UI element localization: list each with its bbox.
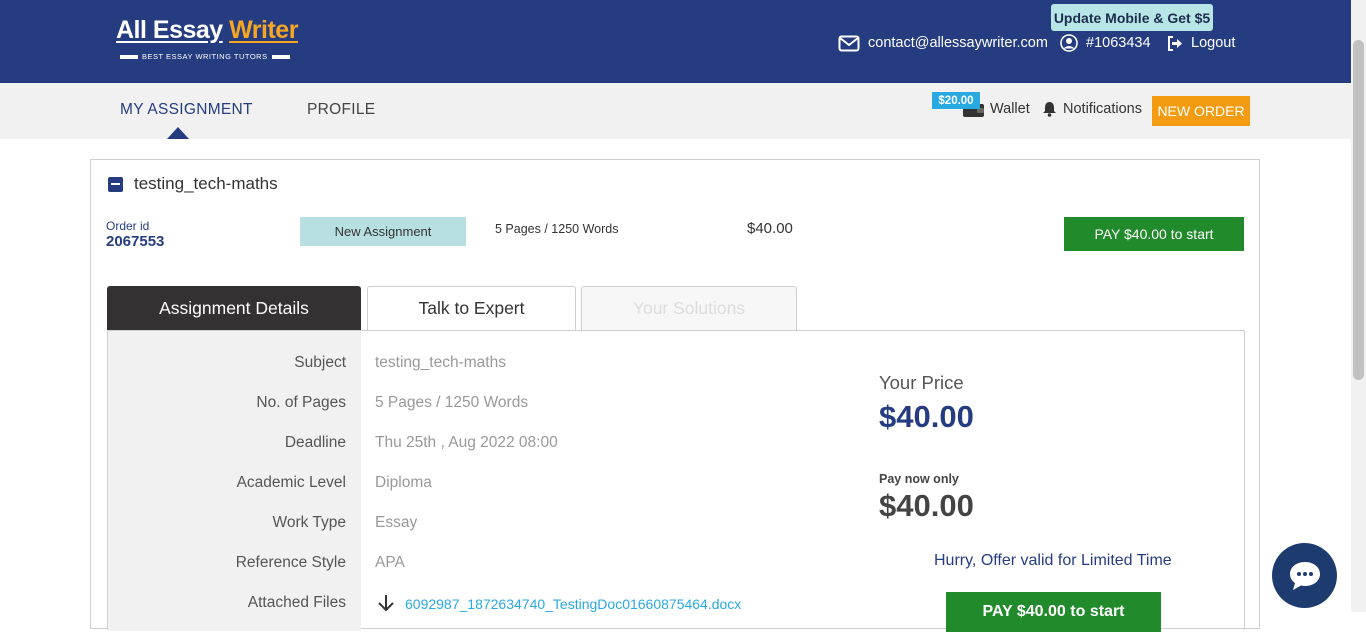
details-label-column: Subject No. of Pages Deadline Academic L…: [108, 331, 361, 631]
scrollbar-thumb[interactable]: [1353, 40, 1364, 380]
order-price: $40.00: [747, 220, 793, 237]
active-tab-indicator: [167, 127, 189, 139]
order-id-value: 2067553: [106, 233, 165, 250]
detail-label-work-type: Work Type: [272, 514, 346, 531]
detail-value-subject: testing_tech-maths: [375, 354, 506, 371]
wallet-label: Wallet: [990, 101, 1030, 117]
notifications-link[interactable]: Notifications: [1042, 101, 1142, 117]
wallet-balance-badge: $20.00: [932, 92, 980, 109]
detail-label-attached-files: Attached Files: [247, 594, 346, 611]
page-scrollbar[interactable]: [1351, 0, 1366, 612]
detail-value-academic-level: Diploma: [375, 474, 432, 491]
assignment-details-panel: Subject No. of Pages Deadline Academic L…: [107, 330, 1245, 632]
your-price-label: Your Price: [879, 372, 964, 393]
assignment-header[interactable]: testing_tech-maths: [108, 174, 278, 194]
user-id-display[interactable]: #1063434: [1060, 33, 1151, 53]
logo-wordmark: All Essay Writer: [116, 16, 298, 44]
chat-widget-button[interactable]: [1272, 543, 1337, 608]
contact-email-link[interactable]: contact@allessaywriter.com: [838, 33, 1048, 53]
update-mobile-badge[interactable]: Update Mobile & Get $5: [1051, 4, 1213, 31]
detail-label-subject: Subject: [294, 354, 346, 371]
detail-value-work-type: Essay: [375, 514, 418, 531]
assignment-card: testing_tech-maths Order id 2067553 New …: [90, 159, 1260, 632]
chat-bubble-icon: [1289, 561, 1320, 590]
detail-label-reference-style: Reference Style: [235, 554, 346, 571]
notifications-label: Notifications: [1063, 101, 1142, 117]
logout-label: Logout: [1191, 35, 1236, 51]
detail-value-pages: 5 Pages / 1250 Words: [375, 394, 529, 411]
tab-assignment-details[interactable]: Assignment Details: [107, 286, 361, 330]
envelope-icon: [838, 35, 860, 51]
contact-email-text: contact@allessaywriter.com: [868, 35, 1048, 51]
pages-summary: 5 Pages / 1250 Words: [495, 222, 619, 236]
your-price-value: $40.00: [879, 399, 974, 434]
attached-file-link[interactable]: 6092987_1872634740_TestingDoc01660875464…: [375, 594, 741, 614]
assignment-title: testing_tech-maths: [134, 174, 278, 193]
pay-to-start-button[interactable]: PAY $40.00 to start: [1064, 217, 1244, 251]
download-icon: [378, 595, 394, 612]
status-badge: New Assignment: [300, 217, 466, 246]
pay-now-button[interactable]: PAY $40.00 to start: [946, 592, 1161, 632]
user-id-text: #1063434: [1086, 35, 1151, 51]
detail-value-reference-style: APA: [375, 554, 405, 571]
bell-icon: [1043, 102, 1056, 117]
tab-my-assignment[interactable]: MY ASSIGNMENT: [120, 101, 253, 119]
site-header: All Essay Writer BEST ESSAY WRITING TUTO…: [0, 0, 1351, 83]
pay-now-label: Pay now only: [879, 472, 959, 486]
tab-profile[interactable]: PROFILE: [307, 101, 375, 119]
collapse-icon[interactable]: [108, 176, 123, 192]
attached-file-name: 6092987_1872634740_TestingDoc01660875464…: [405, 596, 742, 612]
order-id-label: Order id: [106, 219, 150, 233]
tab-your-solutions: Your Solutions: [581, 286, 797, 330]
new-order-button[interactable]: NEW ORDER: [1152, 96, 1250, 126]
detail-value-deadline: Thu 25th , Aug 2022 08:00: [375, 434, 558, 451]
user-circle-icon: [1060, 34, 1078, 52]
brand-logo[interactable]: All Essay Writer BEST ESSAY WRITING TUTO…: [116, 16, 302, 64]
tab-talk-to-expert[interactable]: Talk to Expert: [367, 286, 576, 330]
detail-label-academic-level: Academic Level: [236, 474, 346, 491]
offer-text: Hurry, Offer valid for Limited Time: [934, 552, 1172, 569]
detail-label-deadline: Deadline: [284, 434, 346, 451]
detail-label-pages: No. of Pages: [256, 394, 346, 411]
logo-tagline: BEST ESSAY WRITING TUTORS: [116, 52, 298, 61]
sign-out-icon: [1168, 35, 1182, 51]
logout-button[interactable]: Logout: [1167, 33, 1235, 53]
pay-now-price: $40.00: [879, 488, 974, 523]
sub-navigation: MY ASSIGNMENT PROFILE Wallet $20.00 Noti…: [0, 83, 1351, 139]
